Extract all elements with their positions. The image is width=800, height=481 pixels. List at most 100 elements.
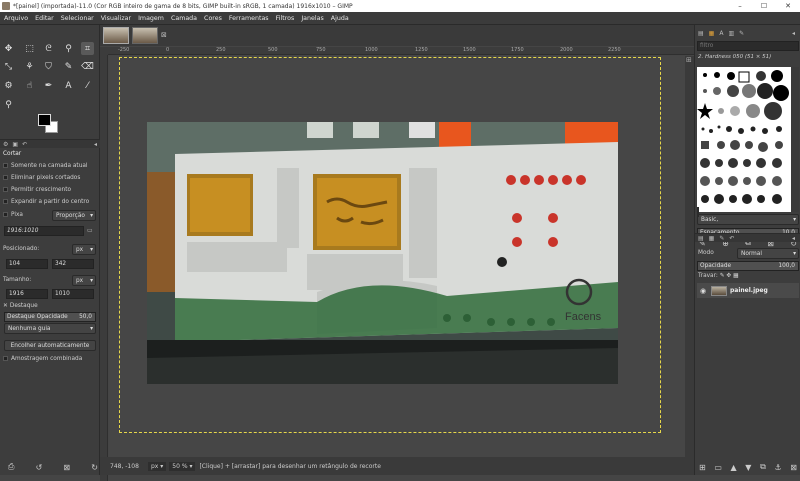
- foreground-color[interactable]: [38, 114, 51, 126]
- text-tool-icon[interactable]: A: [62, 79, 75, 92]
- option-current-layer[interactable]: Somente na camada atual: [0, 163, 100, 169]
- eye-icon[interactable]: ◉: [700, 287, 706, 295]
- save-options-icon[interactable]: ⎙: [8, 462, 14, 472]
- status-unit-select[interactable]: px ▾: [148, 461, 167, 471]
- close-button[interactable]: ✕: [776, 0, 800, 12]
- menu-ajuda[interactable]: Ajuda: [331, 15, 349, 22]
- device-status-tab-icon[interactable]: ▣: [12, 141, 18, 148]
- lock-position-icon[interactable]: ✥: [726, 273, 731, 279]
- new-group-icon[interactable]: ▭: [714, 463, 722, 472]
- vertical-ruler[interactable]: [100, 55, 108, 481]
- checkbox[interactable]: [3, 199, 8, 204]
- fuzzy-select-tool-icon[interactable]: ⚲: [62, 42, 75, 55]
- position-y-field[interactable]: 342: [52, 259, 94, 269]
- menu-selecionar[interactable]: Selecionar: [61, 15, 94, 22]
- size-unit-select[interactable]: px ▾: [72, 275, 96, 286]
- lower-layer-icon[interactable]: ▼: [745, 463, 751, 472]
- layer-mode-select[interactable]: Normal ▾: [737, 248, 799, 259]
- brush-filter-input[interactable]: filtro: [697, 41, 799, 51]
- document-history-tab-icon[interactable]: ▥: [728, 30, 734, 37]
- horizontal-ruler[interactable]: -250 0 250 500 750 1000 1250 1500 1750 2…: [108, 47, 694, 55]
- layers-tab-icon[interactable]: ▤: [698, 235, 704, 242]
- anchor-layer-icon[interactable]: ⚓: [774, 463, 781, 472]
- checkbox[interactable]: [3, 175, 8, 180]
- minimize-button[interactable]: –: [728, 0, 752, 12]
- paths-tab-icon[interactable]: ✎: [739, 30, 744, 37]
- restore-options-icon[interactable]: ↺: [36, 463, 43, 472]
- aspect-ratio-field[interactable]: 1916:1010: [4, 226, 84, 236]
- undo-dock-tab-icon[interactable]: ↶: [729, 235, 734, 242]
- brushes-tab-icon[interactable]: ▤: [698, 30, 704, 37]
- option-expand-center[interactable]: Expandir a partir do centro: [0, 199, 100, 205]
- aspect-orientation-icon[interactable]: ▭: [87, 227, 93, 234]
- color-swatches[interactable]: [38, 114, 62, 136]
- menu-filtros[interactable]: Filtros: [276, 15, 295, 22]
- lasso-tool-icon[interactable]: ᘓ: [42, 42, 55, 55]
- tool-options-tab-icon[interactable]: ⚙: [3, 141, 8, 148]
- image-tab-painel[interactable]: [103, 27, 129, 44]
- option-delete-cropped[interactable]: Eliminar pixels cortados: [0, 175, 100, 181]
- vertical-scrollbar[interactable]: ⊞: [685, 56, 694, 471]
- menu-ferramentas[interactable]: Ferramentas: [229, 15, 269, 22]
- layer-row-painel[interactable]: ◉ painel.jpeg: [697, 283, 799, 298]
- guides-select[interactable]: Nenhuma guia ▾: [4, 323, 96, 334]
- menu-imagem[interactable]: Imagem: [138, 15, 164, 22]
- transform-tool-icon[interactable]: ⤡: [2, 60, 15, 73]
- undo-history-tab-icon[interactable]: ↶: [22, 141, 27, 148]
- channels-tab-icon[interactable]: ▦: [709, 235, 715, 242]
- crop-tool-icon[interactable]: ⌗: [81, 42, 94, 55]
- warp-tool-icon[interactable]: ⚘: [23, 60, 36, 73]
- size-width-field[interactable]: 1916: [6, 289, 48, 299]
- checkbox[interactable]: [3, 356, 8, 361]
- autoshrink-button[interactable]: Encolher automaticamente: [4, 340, 96, 351]
- bucket-fill-tool-icon[interactable]: ⛉: [42, 60, 55, 73]
- close-tab-icon[interactable]: ⊠: [161, 31, 167, 39]
- paths-tool-icon[interactable]: ✒: [42, 79, 55, 92]
- checkbox[interactable]: [3, 212, 8, 217]
- color-picker-tool-icon[interactable]: ⁄: [81, 79, 94, 92]
- option-allow-growing[interactable]: Permitir crescimento: [0, 187, 100, 193]
- new-layer-icon[interactable]: ⊞: [699, 463, 706, 472]
- fonts-tab-icon[interactable]: A: [719, 30, 723, 37]
- checkbox[interactable]: [3, 187, 8, 192]
- raise-layer-icon[interactable]: ▲: [731, 463, 737, 472]
- move-tool-icon[interactable]: ✥: [2, 42, 15, 55]
- maximize-button[interactable]: ☐: [752, 0, 776, 12]
- checkmark-icon[interactable]: ✕: [3, 303, 8, 309]
- clone-tool-icon[interactable]: ⚙: [2, 79, 15, 92]
- layer-opacity-slider[interactable]: Opacidade 100,0: [697, 261, 799, 271]
- paths-dock-tab-icon[interactable]: ✎: [719, 235, 724, 242]
- delete-layer-icon[interactable]: ⊠: [790, 463, 797, 472]
- navigate-icon[interactable]: ⊞: [686, 56, 692, 64]
- zoom-tool-icon[interactable]: ⚲: [2, 98, 15, 111]
- delete-options-icon[interactable]: ⊠: [63, 463, 70, 472]
- highlight-opacity-slider[interactable]: Destaque Opacidade 50,0: [4, 312, 96, 322]
- image-tab-2[interactable]: [132, 27, 158, 44]
- dock-menu-icon[interactable]: ◂: [792, 30, 795, 37]
- position-unit-select[interactable]: px ▾: [72, 244, 96, 255]
- paintbrush-tool-icon[interactable]: ✎: [62, 60, 75, 73]
- patterns-tab-icon[interactable]: ▦: [709, 30, 715, 37]
- reset-options-icon[interactable]: ↻: [91, 463, 98, 472]
- canvas-view[interactable]: Facens: [109, 56, 685, 471]
- checkbox[interactable]: [3, 163, 8, 168]
- duplicate-layer-icon[interactable]: ⧉: [760, 462, 766, 472]
- lock-alpha-icon[interactable]: ▦: [733, 273, 738, 279]
- menu-visualizar[interactable]: Visualizar: [101, 15, 131, 22]
- brush-scrollbar[interactable]: [791, 67, 799, 212]
- zoom-select[interactable]: 50 % ▾: [169, 461, 196, 471]
- lock-pixels-icon[interactable]: ✎: [720, 273, 725, 279]
- position-x-field[interactable]: 104: [6, 259, 48, 269]
- dock-menu-icon[interactable]: ◂: [792, 235, 795, 242]
- option-highlight[interactable]: ✕ Destaque: [0, 303, 100, 309]
- menu-janelas[interactable]: Janelas: [301, 15, 323, 22]
- eraser-tool-icon[interactable]: ⌫: [81, 60, 94, 73]
- brush-tag-select[interactable]: Basic, ▾: [697, 214, 799, 225]
- size-height-field[interactable]: 1010: [52, 289, 94, 299]
- menu-arquivo[interactable]: Arquivo: [4, 15, 28, 22]
- smudge-tool-icon[interactable]: ☝: [23, 79, 36, 92]
- menu-camada[interactable]: Camada: [171, 15, 197, 22]
- rect-select-tool-icon[interactable]: ⬚: [23, 42, 36, 55]
- menu-cores[interactable]: Cores: [204, 15, 222, 22]
- brush-grid[interactable]: [697, 67, 791, 212]
